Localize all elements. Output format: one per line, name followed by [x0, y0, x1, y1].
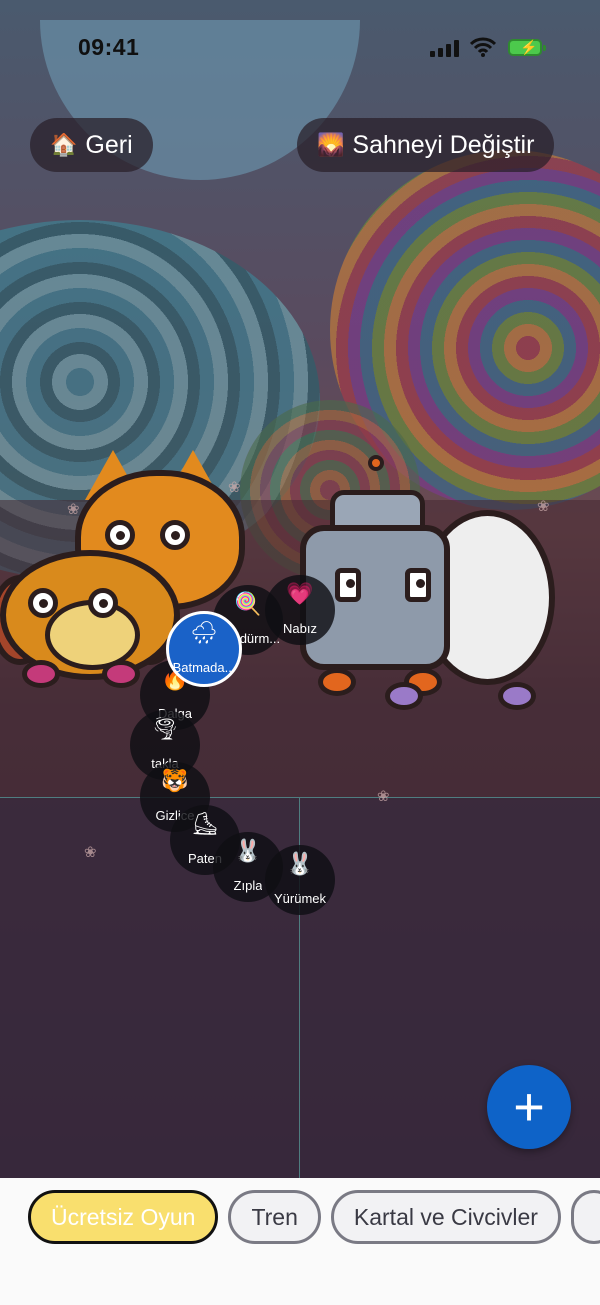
cat-eye — [105, 520, 135, 550]
action-label: Nabız — [283, 621, 317, 636]
status-time: 09:41 — [78, 34, 140, 60]
action-walk[interactable]: 🐰 Yürümek — [265, 845, 335, 915]
back-button[interactable]: 🏠 Geri — [30, 118, 153, 172]
ball-foot — [498, 682, 536, 710]
action-label: Zıpla — [233, 878, 263, 893]
robot-foot — [318, 668, 356, 696]
ball-foot — [385, 682, 423, 710]
category-chip-eagle-chicks[interactable]: Kartal ve Civcivler — [330, 1190, 561, 1244]
battery-charging-icon: ⚡ — [508, 39, 546, 56]
category-bar: Ücretsiz Oyun Tren Kartal ve Civcivler — [0, 1178, 600, 1305]
sparkle-icon: ❀ — [84, 843, 97, 861]
change-scene-label: Sahneyi Değiştir — [352, 130, 535, 159]
category-chip-list: Ücretsiz Oyun Tren Kartal ve Civcivler — [28, 1190, 600, 1244]
category-chip-more[interactable] — [570, 1190, 600, 1244]
action-label: Batmada... — [172, 660, 236, 675]
lollipop-icon: 🍭 — [234, 592, 262, 617]
ice-skate-icon: ⛸ — [191, 812, 219, 837]
robot-antenna — [368, 455, 384, 471]
home-icon: 🏠 — [50, 132, 78, 158]
bear-foot — [22, 660, 60, 688]
sparkle-icon: ❀ — [67, 500, 80, 518]
bunny-ears-icon: 🐰 — [286, 852, 314, 877]
back-label: Geri — [85, 130, 133, 159]
robot-eye — [405, 568, 431, 602]
sparkle-icon: ❀ — [377, 787, 390, 805]
tiger-icon: 🐯 — [161, 769, 189, 794]
tornado-icon: 🌪 — [151, 717, 179, 742]
bear-eye — [88, 588, 118, 618]
action-sink[interactable]: 🌧 Batmada... — [166, 611, 242, 687]
bear-eye — [28, 588, 58, 618]
guide-line-horizontal — [0, 797, 600, 798]
cat-eye — [160, 520, 190, 550]
rain-cloud-icon: 🌧 — [190, 621, 218, 646]
rabbit-icon: 🐰 — [234, 839, 262, 864]
robot-eye — [335, 568, 361, 602]
sparkle-icon: ❀ — [537, 497, 550, 515]
status-bar: 09:41 ⚡ — [0, 0, 600, 96]
add-button[interactable]: + — [487, 1065, 571, 1149]
bear-foot — [102, 660, 140, 688]
category-chip-train[interactable]: Tren — [228, 1190, 321, 1244]
heart-icon: 💗 — [286, 582, 314, 607]
signal-icon — [430, 40, 460, 57]
category-chip-free-play[interactable]: Ücretsiz Oyun — [28, 1190, 219, 1244]
sparkle-icon: ❀ — [228, 478, 241, 496]
sunrise-icon: 🌄 — [317, 132, 345, 158]
change-scene-button[interactable]: 🌄 Sahneyi Değiştir — [297, 118, 555, 172]
action-label: Yürümek — [273, 891, 327, 906]
action-pulse[interactable]: 💗 Nabız — [265, 575, 335, 645]
wifi-icon — [470, 37, 496, 57]
